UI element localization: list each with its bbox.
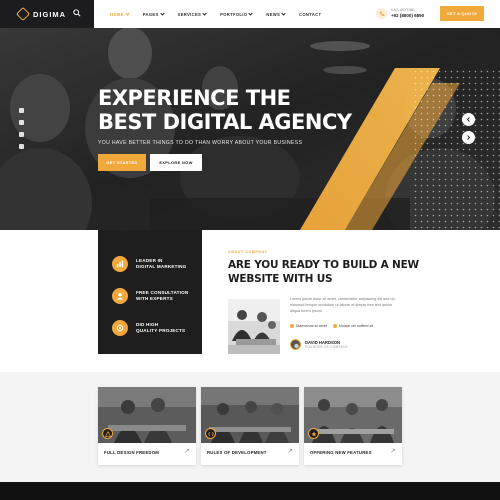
arrow-left-icon[interactable] [462,113,475,126]
slider-controls [462,113,475,144]
about-team-photo [228,299,280,354]
about-checklist: Maecenas id amet Nulam vel sufferd sit [290,324,373,328]
footer-strip [0,482,500,500]
founder-role: FOUNDER OF COMPANY [305,345,349,349]
service-card-title: FULL DESIGN FREEDOM [104,450,160,455]
hero-section: EXPERIENCE THE BEST DIGITAL AGENCY YOU H… [0,28,500,230]
service-card[interactable]: FULL DESIGN FREEDOM ↗ [98,387,196,465]
chevron-down-icon [125,11,130,16]
pinterest-icon[interactable] [19,132,24,137]
get-started-button[interactable]: GET STARTED [98,154,146,171]
features-icon [308,428,319,439]
chevron-down-icon [202,11,207,16]
nav-item-pages[interactable]: PAGES [142,11,165,17]
nav-item-portfolio[interactable]: PORTFOLIO [220,11,253,17]
arrow-up-right-icon[interactable]: ↗ [287,448,293,456]
check-label: Maecenas id amet [296,324,328,328]
nav-item-services[interactable]: SERVICES [177,11,207,17]
consultation-icon [112,288,128,304]
chevron-down-icon [248,11,253,16]
nav-label: HOME [110,11,124,17]
check-label: Nulam vel sufferd sit [339,324,374,328]
hero-title-line2: BEST DIGITAL AGENCY [98,110,352,134]
feature-line2: DIGITAL MARKETING [136,264,187,269]
nav-label: CONTACT [299,11,322,17]
nav-label: SERVICES [177,11,202,17]
about-description: Lorem ipsum dolor sit amet, consectetur … [290,297,395,313]
chevron-down-icon [281,11,286,16]
twitter-icon[interactable] [19,120,24,125]
hero-title-line1: EXPERIENCE THE [98,86,291,110]
nav-item-contact[interactable]: CONTACT [299,12,321,17]
call-info[interactable]: CALL ANYTIME +92 (8800) 6890 [376,8,424,19]
nav-label: PORTFOLIO [220,11,248,17]
projects-icon [112,320,128,336]
feature-item: FREE CONSULTATION WITH EXPERTS [112,280,202,312]
social-links [19,108,24,149]
explore-now-button[interactable]: EXPLORE NOW [150,154,202,171]
feature-line2: QUALITY PROJECTS [136,328,186,333]
feature-line2: WITH EXPERTS [136,296,173,301]
service-card-title: RULES OF DEVELOPMENT [207,450,267,455]
facebook-icon[interactable] [19,108,24,113]
about-title-line1: ARE YOU READY TO BUILD A NEW [228,259,419,271]
nav-label: NEWS [266,11,281,17]
service-card[interactable]: OFFERING NEW FEATURES ↗ [304,387,402,465]
get-a-quote-button[interactable]: GET A QUOTE [440,6,484,21]
marketing-icon [112,256,128,272]
check-icon [290,324,294,328]
feature-item: LEADER IN DIGITAL MARKETING [112,248,202,280]
instagram-icon[interactable] [19,144,24,149]
design-icon [102,428,113,439]
check-item: Maecenas id amet [290,324,327,328]
about-eyebrow: ABOUT COMPANY [228,250,268,254]
service-card-title: OFFERING NEW FEATURES [310,450,372,455]
nav-label: PAGES [142,11,159,17]
service-card[interactable]: RULES OF DEVELOPMENT ↗ [201,387,299,465]
chevron-down-icon [160,11,165,16]
nav-item-home[interactable]: HOME [110,11,130,17]
development-icon [205,428,216,439]
search-icon[interactable] [73,9,81,17]
logo-mark-icon [15,6,31,22]
arrow-right-icon[interactable] [462,131,475,144]
logo-text: DIGIMA [33,9,67,19]
features-box: LEADER IN DIGITAL MARKETING FREE CONSULT… [98,230,202,354]
about-title-line2: WEBSITE WITH US [228,273,333,285]
about-title: ARE YOU READY TO BUILD A NEW WEBSITE WIT… [228,258,419,286]
main-nav: HOME PAGES SERVICES PORTFOLIO NEWS CONTA… [110,0,321,28]
hero-subtitle: YOU HAVE BETTER THINGS TO DO THAN WORRY … [98,140,303,146]
nav-item-news[interactable]: NEWS [266,11,286,17]
arrow-up-right-icon[interactable]: ↗ [390,448,396,456]
top-header: DIGIMA HOME PAGES SERVICES PORTFOLIO NEW… [0,0,500,28]
feature-item: DID HIGH QUALITY PROJECTS [112,312,202,344]
check-item: Nulam vel sufferd sit [333,324,373,328]
founder-block: DAVID HARDSON FOUNDER OF COMPANY [290,339,348,350]
check-icon [333,324,338,328]
arrow-up-right-icon[interactable]: ↗ [184,448,190,456]
hero-title: EXPERIENCE THE BEST DIGITAL AGENCY [98,86,352,134]
call-number[interactable]: +92 (8800) 6890 [391,13,424,18]
avatar [290,339,301,350]
phone-icon [376,8,387,19]
